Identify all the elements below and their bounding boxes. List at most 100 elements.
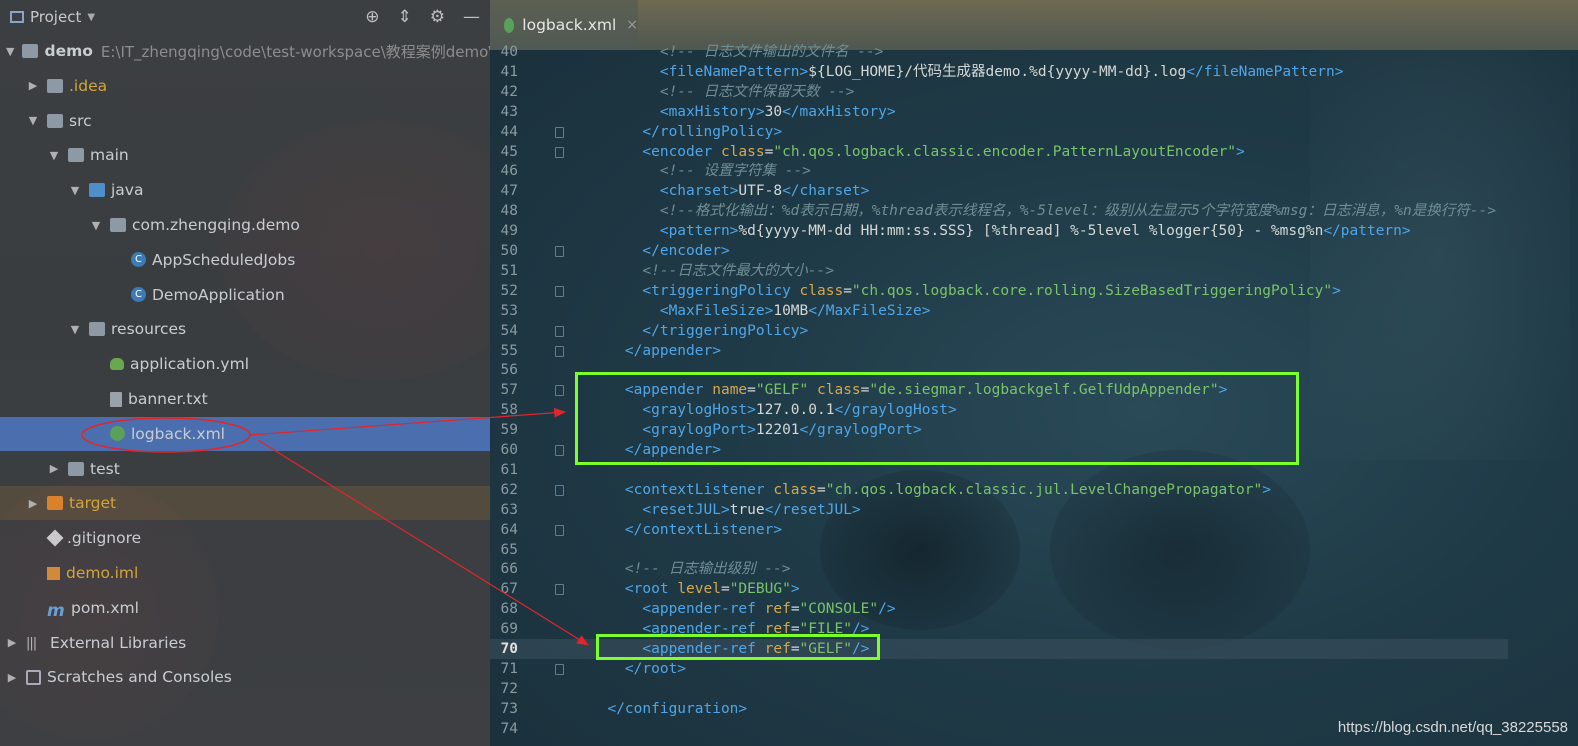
code-token: <encoder (642, 143, 721, 160)
code-line: <maxHistory>30</maxHistory> (590, 102, 896, 122)
collapse-icon[interactable]: ⇕ (398, 7, 412, 27)
code-token: <root (624, 581, 678, 598)
code-line: <MaxFileSize>10MB</MaxFileSize> (590, 301, 931, 321)
tree-item-label: banner.txt (128, 390, 208, 408)
tab-label: logback.xml (522, 16, 617, 34)
expanded-arrow-icon[interactable]: ▼ (6, 45, 14, 58)
code-token: <charset> (659, 183, 739, 200)
expanded-arrow-icon[interactable]: ▼ (69, 323, 81, 336)
xml-file-icon (504, 17, 515, 33)
code-line: </triggeringPolicy> (590, 321, 808, 341)
code-token: </configuration> (607, 700, 748, 717)
tree-item[interactable]: ▶ Scratches and Consoles (0, 660, 490, 694)
code-token: <!-- 设置字符集 --> (590, 163, 811, 180)
close-icon[interactable]: × (626, 17, 638, 33)
code-token: </encoder> (642, 243, 730, 259)
code-line: </encoder> (590, 241, 730, 261)
tree-item[interactable]: ▼ demo E:\IT_zhengqing\code\test-workspace… (0, 34, 490, 68)
code-line: </root> (590, 659, 686, 679)
tree-item-label: .gitignore (67, 529, 142, 548)
chevron-down-icon[interactable]: ▼ (87, 12, 95, 23)
code-token: </rollingPolicy> (642, 123, 783, 140)
code-token: 30 (764, 103, 783, 120)
project-window-icon (10, 11, 24, 23)
tree-item[interactable]: ▼ src (0, 104, 490, 138)
tree-item[interactable]: ▼ com.zhengqing.demo (0, 208, 490, 242)
folder-icon (68, 148, 84, 163)
code-token: ref (764, 601, 791, 618)
code-token: class (720, 143, 765, 160)
tree-item-label: main (90, 146, 129, 165)
code-token: </charset> (782, 183, 870, 200)
code-line: <triggeringPolicy class="ch.qos.logback.… (590, 281, 1340, 301)
tree-item[interactable]: ▶ target (0, 486, 490, 521)
project-title[interactable]: Project (30, 8, 81, 26)
tree-item-label: com.zhengqing.demo (132, 216, 300, 234)
gear-icon[interactable]: ⚙ (430, 7, 445, 27)
collapsed-arrow-icon[interactable]: ▶ (27, 497, 39, 510)
tree-item[interactable]: ▶ .idea (0, 69, 490, 103)
code-line: </configuration> (590, 699, 747, 719)
code-token: class (773, 481, 817, 498)
code-line: <root level="DEBUG"> (590, 579, 800, 599)
folder-icon (47, 113, 63, 128)
tree-item[interactable]: C DemoApplication (0, 278, 490, 312)
code-token: "CONSOLE" (799, 601, 879, 618)
tree-item[interactable]: ▼ java (0, 173, 490, 207)
tree-item[interactable]: ▶ ||| External Libraries (0, 626, 490, 660)
expanded-arrow-icon[interactable]: ▼ (90, 219, 102, 232)
tree-item[interactable]: demo.iml (0, 556, 490, 590)
code-token: "ch.qos.logback.core.rolling.SizeBasedTr… (851, 282, 1333, 299)
collapsed-arrow-icon[interactable]: ▶ (6, 636, 18, 649)
watermark: https://blog.csdn.net/qq_38225558 (1337, 719, 1568, 736)
code-line: </contextListener> (590, 520, 782, 540)
minimize-icon[interactable]: — (463, 7, 480, 27)
tree-item-label: demo.iml (66, 564, 139, 582)
code-line: <!--格式化输出：%d表示日期，%thread表示线程名，%-5level：级… (590, 201, 1496, 221)
editor-area: logback.xml × 40 41 42 43 44 45 46 47 48 49 50 51 52… (490, 0, 1578, 746)
folder-icon (47, 78, 63, 93)
code-line: <charset>UTF-8</charset> (590, 181, 870, 201)
iml-file-icon (47, 566, 60, 580)
code-token: <!-- 日志文件保留天数 --> (590, 83, 855, 100)
tree-item[interactable]: ▼ main (0, 138, 490, 172)
maven-file-icon: m (47, 600, 65, 621)
collapsed-arrow-icon[interactable]: ▶ (27, 79, 39, 92)
scratches-icon (26, 669, 41, 685)
code-line: </appender> (590, 341, 721, 361)
tree-item[interactable]: ▼ resources (0, 312, 490, 346)
text-file-icon (110, 391, 122, 407)
code-token: = (720, 581, 730, 598)
target-icon[interactable]: ⊕ (365, 7, 379, 27)
code-line: <contextListener class="ch.qos.logback.c… (590, 480, 1271, 500)
tree-item[interactable]: .gitignore (0, 521, 490, 555)
collapsed-arrow-icon[interactable]: ▶ (6, 671, 18, 684)
code-line: <fileNamePattern>${LOG_HOME}/代码生成器demo.%… (590, 62, 1344, 82)
tree-item[interactable]: C AppScheduledJobs (0, 243, 490, 277)
tree-item[interactable]: logback.xml (0, 416, 490, 451)
tree-item-label: External Libraries (50, 633, 187, 652)
excluded-folder-icon (47, 496, 63, 511)
code-token: <!-- 日志文件输出的文件名 --> (590, 44, 884, 60)
tree-item[interactable]: banner.txt (0, 382, 490, 416)
expanded-arrow-icon[interactable]: ▼ (48, 149, 60, 162)
code-token: </root> (624, 660, 687, 677)
code-token: > (1236, 143, 1245, 160)
tree-item[interactable]: application.yml (0, 347, 490, 381)
tree-item-label: test (90, 459, 120, 478)
collapsed-arrow-icon[interactable]: ▶ (48, 462, 60, 475)
tree-item[interactable]: m pom.xml (0, 591, 490, 625)
code-token: </fileNamePattern> (1186, 63, 1344, 80)
code-token: true (729, 501, 765, 518)
expanded-arrow-icon[interactable]: ▼ (69, 184, 81, 197)
tree-item-label: pom.xml (71, 598, 139, 617)
expanded-arrow-icon[interactable]: ▼ (27, 114, 39, 127)
tree-item[interactable]: ▶ test (0, 452, 490, 486)
